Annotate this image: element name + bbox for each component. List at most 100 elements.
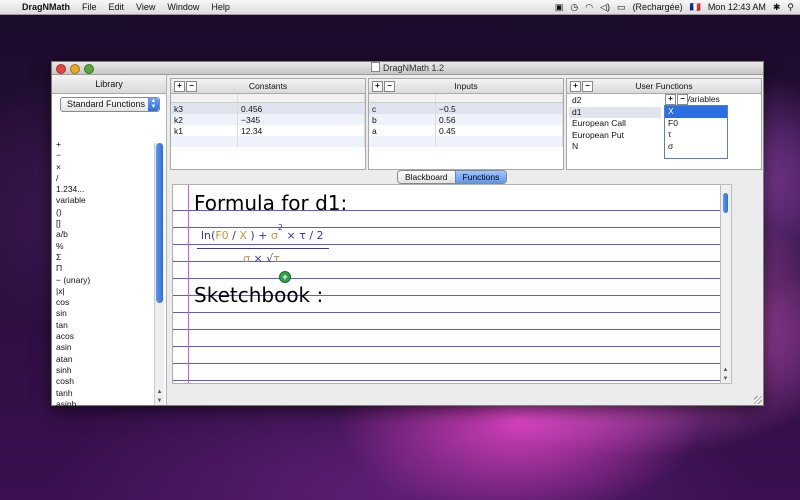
status-app-icon[interactable]: ▣ — [555, 2, 564, 13]
title-bar[interactable]: DragNMath 1.2 — [52, 62, 763, 75]
library-item[interactable]: cos — [56, 297, 156, 308]
remove-variable-button[interactable]: − — [677, 94, 688, 105]
library-scrollbar[interactable]: ▲ ▼ — [154, 143, 164, 405]
table-row[interactable]: c −0.5 — [369, 102, 563, 114]
resize-grip-icon[interactable] — [754, 396, 762, 404]
menu-edit[interactable]: Edit — [109, 2, 125, 12]
remove-input-button[interactable]: − — [384, 81, 395, 92]
scroll-down-arrow-icon[interactable]: ▼ — [721, 375, 730, 383]
notebook-canvas[interactable]: Formula for d1: ln(F0 / X ) + σ2 × τ / 2… — [172, 184, 722, 384]
function-item[interactable]: d2 — [569, 95, 661, 107]
bluetooth-icon[interactable]: ✱ — [773, 2, 781, 13]
library-item[interactable]: a/b — [56, 229, 156, 240]
library-item[interactable]: Σ — [56, 252, 156, 263]
menu-help[interactable]: Help — [211, 2, 230, 12]
table-row[interactable]: a 0.45 — [369, 125, 563, 136]
divide-token[interactable]: / — [229, 229, 240, 242]
divide-two-token[interactable]: / 2 — [306, 229, 323, 242]
input-value[interactable]: 0.45 — [435, 125, 563, 136]
add-variable-button[interactable]: + — [665, 94, 676, 105]
menu-window[interactable]: Window — [167, 2, 199, 12]
empty-cell[interactable] — [369, 136, 436, 147]
constant-name[interactable]: k1 — [171, 125, 238, 136]
library-item[interactable]: asin — [56, 342, 156, 353]
formula-numerator[interactable]: ln(F0 / X ) + σ2 × τ / 2 — [201, 223, 324, 242]
library-item[interactable]: 1.234... — [56, 184, 156, 195]
empty-cell[interactable] — [435, 136, 563, 147]
battery-icon[interactable]: ▭ — [617, 2, 626, 13]
notebook-scrollbar[interactable]: ▲ ▼ — [720, 184, 732, 384]
library-item[interactable]: tanh — [56, 388, 156, 399]
column-header[interactable] — [435, 94, 563, 103]
sigma-token[interactable]: σ — [271, 229, 278, 242]
input-value[interactable]: −0.5 — [435, 102, 563, 114]
table-row[interactable] — [369, 136, 563, 147]
constant-name[interactable]: k3 — [171, 102, 238, 114]
library-item[interactable]: () — [56, 207, 156, 218]
column-header[interactable] — [369, 94, 436, 103]
function-item[interactable]: N — [569, 141, 661, 153]
menu-file[interactable]: File — [82, 2, 97, 12]
library-item[interactable]: atan — [56, 354, 156, 365]
table-row[interactable] — [171, 136, 365, 147]
library-item[interactable]: acos — [56, 331, 156, 342]
f0-token[interactable]: F0 — [215, 229, 228, 242]
battery-status[interactable]: (Rechargée) — [633, 2, 683, 12]
library-item[interactable]: × — [56, 162, 156, 173]
library-item[interactable]: Π — [56, 263, 156, 274]
remove-function-button[interactable]: − — [582, 81, 593, 92]
variable-item[interactable]: X — [665, 106, 727, 118]
plus-token[interactable]: ) + — [247, 229, 271, 242]
table-row[interactable]: b 0.56 — [369, 114, 563, 125]
tab-functions[interactable]: Functions — [454, 171, 507, 183]
empty-cell[interactable] — [171, 136, 238, 147]
scroll-up-arrow-icon[interactable]: ▲ — [721, 366, 730, 374]
add-function-button[interactable]: + — [570, 81, 581, 92]
times-tau-token[interactable]: × τ — [283, 229, 305, 242]
scroll-up-arrow-icon[interactable]: ▲ — [155, 388, 164, 396]
app-menu[interactable]: DragNMath — [22, 2, 70, 12]
variable-item[interactable]: σ — [665, 141, 727, 153]
formula-denominator[interactable]: σ × √τ — [243, 252, 280, 265]
variable-item[interactable]: τ — [665, 129, 727, 141]
exponent-token[interactable]: 2 — [278, 223, 283, 232]
tau-token[interactable]: τ — [273, 252, 280, 265]
table-row[interactable]: k1 12.34 — [171, 125, 365, 136]
zoom-button[interactable] — [84, 64, 94, 74]
library-scroll-thumb[interactable] — [156, 143, 163, 303]
constant-name[interactable]: k2 — [171, 114, 238, 125]
input-name[interactable]: b — [369, 114, 436, 125]
table-row[interactable]: k2 −345 — [171, 114, 365, 125]
empty-cell[interactable] — [237, 136, 365, 147]
input-name[interactable]: a — [369, 125, 436, 136]
remove-constant-button[interactable]: − — [186, 81, 197, 92]
x-token[interactable]: X — [239, 229, 247, 242]
library-item[interactable]: asinh — [56, 399, 156, 410]
library-item[interactable]: % — [56, 241, 156, 252]
scroll-down-arrow-icon[interactable]: ▼ — [155, 397, 164, 405]
add-input-button[interactable]: + — [372, 81, 383, 92]
time-machine-icon[interactable]: ◷ — [570, 2, 578, 13]
tab-blackboard[interactable]: Blackboard — [398, 171, 455, 183]
library-item[interactable]: cosh — [56, 376, 156, 387]
column-header[interactable] — [237, 94, 365, 103]
constant-value[interactable]: 12.34 — [237, 125, 365, 136]
library-item[interactable]: / — [56, 173, 156, 184]
input-value[interactable]: 0.56 — [435, 114, 563, 125]
constant-value[interactable]: −345 — [237, 114, 365, 125]
fraction-bar[interactable] — [197, 248, 329, 249]
function-item[interactable]: European Call — [569, 118, 661, 130]
library-item[interactable]: − (unary) — [56, 275, 156, 286]
column-header[interactable] — [171, 94, 238, 103]
library-set-select[interactable]: Standard Functions ▲ ▼ — [60, 97, 160, 112]
ln-token[interactable]: ln( — [201, 229, 215, 242]
input-name[interactable]: c — [369, 102, 436, 114]
function-item[interactable]: European Put — [569, 130, 661, 142]
menu-view[interactable]: View — [136, 2, 155, 12]
minimize-button[interactable] — [70, 64, 80, 74]
volume-icon[interactable]: ◁) — [600, 2, 610, 13]
add-constant-button[interactable]: + — [174, 81, 185, 92]
wifi-icon[interactable]: ◠ — [585, 2, 593, 13]
close-button[interactable] — [56, 64, 66, 74]
sigma-token[interactable]: σ — [243, 252, 250, 265]
